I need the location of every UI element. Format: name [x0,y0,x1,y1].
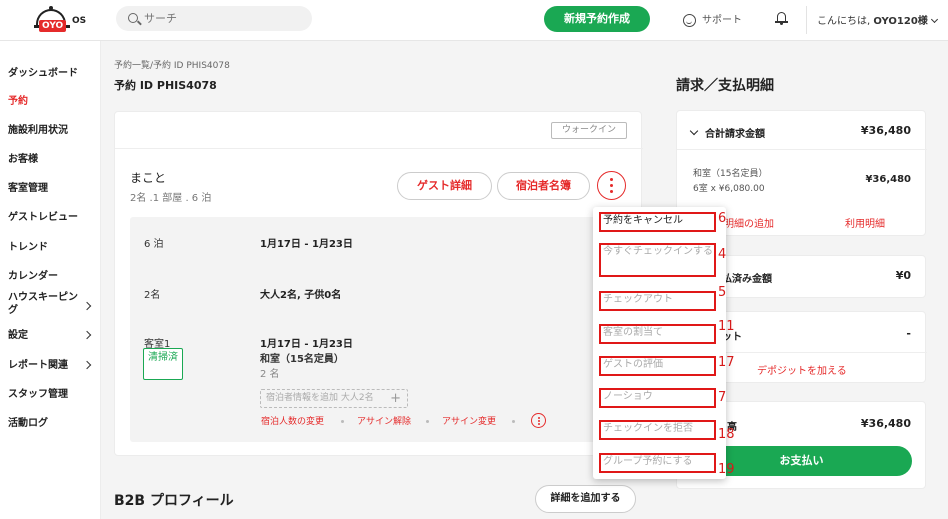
sidebar-item-customers[interactable]: お客様 [8,153,38,166]
nights-dates: 1月17日 - 1月23日 [260,239,353,250]
header-divider [806,6,807,34]
guest-summary: 2名 .1 部屋 . 6 泊 [130,193,212,204]
more-options-menu: 予約をキャンセル 今すぐチェックインする チェックアウト 客室の割当て ゲストの… [593,207,726,479]
search-input[interactable] [144,10,304,27]
nights-label: 6 泊 [144,239,164,250]
annotation-number: 11 [718,319,735,334]
menu-item-guest-rating[interactable]: ゲストの評価 [599,356,716,376]
add-guest-info-button[interactable]: 宿泊者情報を追加 大人2名 + [260,389,408,408]
room-line: 和室（15名定員） [693,169,768,179]
room-amount: ¥36,480 [865,174,911,185]
change-guest-count-link[interactable]: 宿泊人数の変更 [261,414,324,427]
guest-detail-button[interactable]: ゲスト詳細 [397,172,492,200]
booking-details: 6 泊 1月17日 - 1月23日 2名 大人2名, 子供0名 客室1 1月17… [130,217,627,442]
support-label: サポート [702,15,742,26]
annotation-number: 6 [718,211,727,226]
paid-label: 払済み金額 [722,274,772,285]
guest-roster-button[interactable]: 宿泊者名簿 [497,172,590,200]
plus-icon: + [390,391,401,406]
sidebar-item-calendar[interactable]: カレンダー [8,270,58,283]
change-assign-link[interactable]: アサイン変更 [442,414,496,427]
support-link[interactable]: サポート [683,11,742,27]
deposit-amount: - [906,327,911,340]
people-value: 大人2名, 子供0名 [260,290,342,301]
sidebar-item-reviews[interactable]: ゲストレビュー [8,211,78,224]
room-status-badge: 清掃済 [143,348,183,380]
sidebar-item-activity-log[interactable]: 活動ログ [8,417,48,430]
b2b-profile-title: B2B プロフィール [114,493,234,509]
chevron-right-icon [82,360,92,370]
logo-suffix: OS [72,16,87,26]
add-deposit-link[interactable]: デポジットを加える [757,362,847,377]
people-label: 2名 [144,290,161,301]
booking-card: ウォークイン まこと 2名 .1 部屋 . 6 泊 ゲスト詳細 宿泊者名簿 6 … [114,111,643,456]
billing-title: 請求／支払明細 [676,78,774,94]
usage-detail-link[interactable]: 利用明細 [845,215,885,230]
total-amount: ¥36,480 [860,124,911,137]
sidebar-item-bookings[interactable]: 予約 [8,95,28,108]
support-face-icon [683,13,696,27]
menu-item-group-booking[interactable]: グループ予約にする [599,453,716,473]
walkin-badge: ウォークイン [551,122,627,139]
total-toggle[interactable]: 合計請求金額 [689,125,765,140]
balance-amount: ¥36,480 [860,417,911,430]
annotation-number: 7 [718,390,727,405]
annotation-number: 18 [718,427,735,442]
oyo-logo[interactable]: OYO OS [34,6,106,36]
room-people: 2 名 [260,369,280,380]
add-detail-link[interactable]: 明細の追加 [724,215,774,230]
top-header: OYO OS 新規予約作成 サポート こんにちは, OYO120様 [0,0,948,41]
new-booking-button[interactable]: 新規予約作成 [544,6,650,32]
sidebar-item-rooms[interactable]: 客室管理 [8,182,48,195]
chevron-right-icon [82,301,92,311]
search-bar[interactable] [116,6,312,31]
add-details-button[interactable]: 詳細を追加する [535,485,636,513]
sidebar: ダッシュボード 予約 施設利用状況 お客様 客室管理 ゲストレビュー トレンド … [0,41,101,519]
chevron-down-icon [930,15,938,24]
sidebar-item-reports[interactable]: レポート関連 [8,359,68,372]
notification-bell-icon[interactable] [775,11,788,25]
menu-item-assign-room[interactable]: 客室の割当て [599,324,716,344]
menu-item-reject-checkin[interactable]: チェックインを拒否 [599,420,716,440]
paid-amount: ¥0 [895,269,911,282]
annotation-number: 19 [718,462,735,477]
menu-item-checkin-now[interactable]: 今すぐチェックインする [599,243,716,277]
guest-name: まこと [130,171,167,185]
menu-item-no-show[interactable]: ノーショウ [599,388,716,408]
page-title: 予約 ID PHIS4078 [114,79,217,92]
menu-item-checkout[interactable]: チェックアウト [599,291,716,311]
sidebar-item-staff[interactable]: スタッフ管理 [8,388,68,401]
menu-item-cancel-booking[interactable]: 予約をキャンセル [599,212,716,232]
sidebar-item-settings[interactable]: 設定 [8,329,28,342]
annotation-number: 17 [718,355,735,370]
user-greeting-menu[interactable]: こんにちは, OYO120様 [817,12,938,27]
unassign-link[interactable]: アサイン解除 [357,414,411,427]
more-options-icon[interactable] [597,171,626,200]
search-icon [128,13,138,23]
room-calc: 6室 x ¥6,080.00 [693,184,765,194]
room-type: 和室（15名定員） [260,354,344,365]
breadcrumb[interactable]: 予約一覧/予約 ID PHIS4078 [114,58,230,71]
annotation-number: 4 [718,247,727,262]
user-name: OYO120様 [873,16,928,27]
room-dates: 1月17日 - 1月23日 [260,339,353,350]
room-more-options-icon[interactable] [531,413,546,428]
annotation-number: 5 [718,285,727,300]
chevron-right-icon [82,330,92,340]
sidebar-item-housekeeping[interactable]: ハウスキーピング [8,291,80,317]
sidebar-item-trends[interactable]: トレンド [8,241,48,254]
sidebar-item-dashboard[interactable]: ダッシュボード [8,67,78,80]
chevron-down-icon [689,126,699,136]
sidebar-item-occupancy[interactable]: 施設利用状況 [8,124,68,137]
logo-brand: OYO [39,20,67,32]
